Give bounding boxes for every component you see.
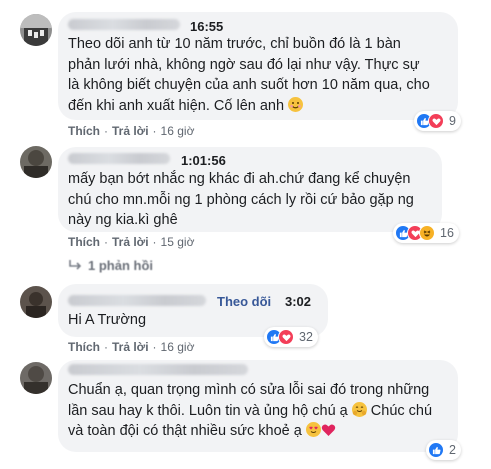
comment-text: Hi A Trường: [68, 312, 147, 328]
reply-button[interactable]: Trả lời: [112, 124, 149, 138]
reaction-count: 16: [440, 226, 454, 240]
heart-eyes-emoji-icon: [305, 422, 321, 437]
red-heart-icon: [321, 423, 336, 444]
avatar[interactable]: [20, 14, 52, 46]
reaction-summary[interactable]: 16: [393, 223, 459, 243]
author-name[interactable]: [68, 295, 206, 306]
reaction-count: 32: [299, 330, 313, 344]
comment-text: mấy bạn bớt nhắc ng khác đi ah.chứ đang …: [68, 171, 414, 228]
comment-age[interactable]: 16 giờ: [161, 124, 195, 138]
smile-emoji-icon: [288, 96, 304, 112]
author-name[interactable]: [68, 19, 180, 30]
comment-actions: Thích · Trả lời · 16 giờ: [68, 340, 195, 354]
comment-time[interactable]: 16:55: [190, 19, 223, 34]
author-name[interactable]: [68, 364, 248, 375]
like-button[interactable]: Thích: [68, 124, 100, 138]
comment-text: Theo dõi anh từ 10 năm trước, chỉ buồn đ…: [68, 36, 430, 114]
comment-time[interactable]: 1:01:56: [181, 153, 226, 168]
like-button[interactable]: Thích: [68, 235, 100, 249]
reaction-summary[interactable]: 2: [426, 440, 461, 460]
replies-count-label: 1 phản hồi: [88, 258, 153, 273]
reply-button[interactable]: Trả lời: [112, 235, 149, 249]
like-button[interactable]: Thích: [68, 340, 100, 354]
reaction-count: 2: [449, 443, 456, 457]
reply-button[interactable]: Trả lời: [112, 340, 149, 354]
hug-emoji-icon: [351, 401, 367, 417]
reaction-summary[interactable]: 9: [414, 111, 461, 131]
follow-button[interactable]: Theo dõi: [217, 294, 271, 309]
comment-time[interactable]: 3:02: [285, 294, 311, 309]
reaction-summary[interactable]: 32: [264, 327, 318, 347]
reaction-count: 9: [449, 114, 456, 128]
author-name[interactable]: [68, 153, 170, 164]
view-replies-link[interactable]: 1 phản hồi: [68, 258, 153, 273]
like-icon: [428, 442, 444, 458]
haha-icon: [419, 225, 435, 241]
avatar[interactable]: [20, 362, 52, 394]
comment-age[interactable]: 16 giờ: [161, 340, 195, 354]
reply-arrow-icon: [68, 258, 82, 273]
love-icon: [428, 113, 444, 129]
love-icon: [278, 329, 294, 345]
avatar[interactable]: [20, 146, 52, 178]
comment-age[interactable]: 15 giờ: [161, 235, 195, 249]
comment-text: Chuẩn ạ, quan trọng mình có sửa lỗi sai …: [68, 380, 432, 444]
comment-actions: Thích · Trả lời · 16 giờ: [68, 124, 195, 138]
comment-actions: Thích · Trả lời · 15 giờ: [68, 235, 195, 249]
avatar[interactable]: [20, 286, 52, 318]
